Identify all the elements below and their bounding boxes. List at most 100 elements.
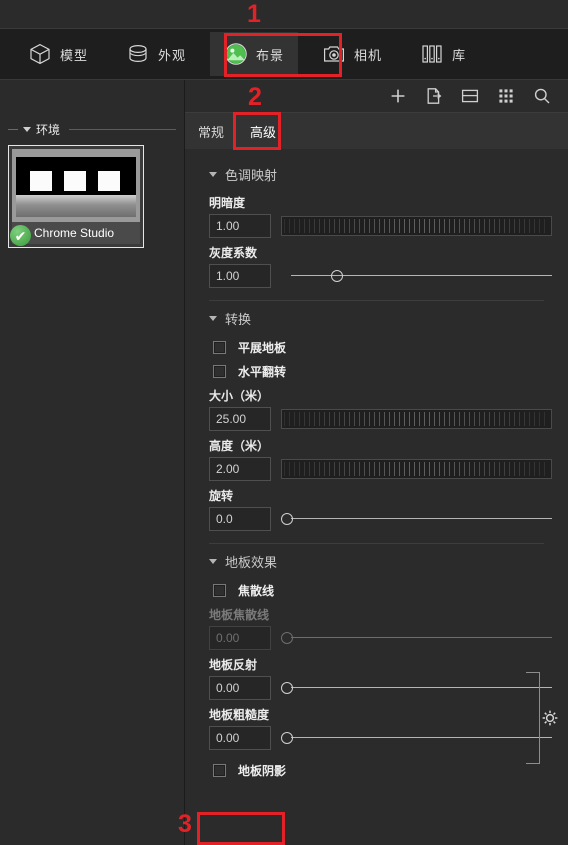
- toolbar-item-scene-label: 布景: [256, 47, 285, 63]
- export-icon[interactable]: [424, 86, 444, 106]
- slider-track: [291, 637, 552, 638]
- label-brightness: 明暗度: [209, 196, 246, 210]
- gamma-slider[interactable]: [281, 266, 552, 286]
- rotation-slider[interactable]: [281, 509, 552, 529]
- label-height: 高度（米）: [209, 439, 270, 453]
- group-rule: [69, 129, 176, 130]
- field-rotation: 0.0: [201, 507, 552, 531]
- label-floor-roughness: 地板粗糙度: [209, 708, 270, 722]
- field-floor-reflection: 0.00: [201, 676, 552, 700]
- toolbar-item-camera[interactable]: 相机: [308, 32, 396, 76]
- height-roller[interactable]: [281, 459, 552, 479]
- toolbar-item-appearance[interactable]: 外观: [112, 32, 200, 76]
- field-height: 2.00: [201, 457, 552, 481]
- floor-reflection-input[interactable]: 0.00: [209, 676, 271, 700]
- camera-icon: [322, 42, 346, 66]
- environment-item-chrome-studio[interactable]: Chrome Studio ✔: [8, 145, 144, 248]
- environment-item-name: Chrome Studio: [12, 222, 140, 244]
- checkbox-row-caustics[interactable]: 焦散线: [201, 582, 552, 599]
- main-toolbar: 模型 外观 布景 相机 库: [0, 28, 568, 80]
- search-icon[interactable]: [532, 86, 552, 106]
- floor-roughness-slider[interactable]: [281, 728, 552, 748]
- slider-knob[interactable]: [281, 682, 293, 694]
- annotation-number-1: 1: [247, 0, 261, 28]
- toolbar-item-appearance-label: 外观: [158, 47, 187, 63]
- flatten-floor-label: 平展地板: [238, 341, 287, 355]
- properties-panel: 常规 高级 色调映射 明暗度 1.00 灰度系数 1.00 转换 平展地板 水平…: [185, 80, 568, 845]
- section-floor-effects-title: 地板效果: [225, 555, 278, 570]
- chevron-down-icon[interactable]: [209, 559, 217, 564]
- height-input[interactable]: 2.00: [209, 457, 271, 481]
- add-icon[interactable]: [388, 86, 408, 106]
- caustics-checkbox[interactable]: [213, 584, 226, 597]
- section-transform-title: 转换: [225, 312, 252, 327]
- chevron-down-icon[interactable]: [209, 172, 217, 177]
- toolbar-item-library[interactable]: 库: [406, 32, 480, 76]
- properties-content: 色调映射 明暗度 1.00 灰度系数 1.00 转换 平展地板 水平翻转 大小（…: [185, 149, 568, 845]
- size-roller[interactable]: [281, 409, 552, 429]
- label-size: 大小（米）: [209, 389, 270, 403]
- label-floor-caustics: 地板焦散线: [209, 608, 270, 622]
- slider-track: [291, 518, 552, 519]
- floor-caustics-input[interactable]: 0.00: [209, 626, 271, 650]
- thumbnail-light: [98, 171, 120, 191]
- slider-knob[interactable]: [281, 732, 293, 744]
- horizontal-flip-checkbox[interactable]: [213, 365, 226, 378]
- brightness-roller[interactable]: [281, 216, 552, 236]
- linked-params-bracket: [526, 672, 540, 764]
- field-size: 25.00: [201, 407, 552, 431]
- panel-toolbar: [185, 80, 568, 113]
- toolbar-item-model-label: 模型: [60, 47, 89, 63]
- grid-icon[interactable]: [496, 86, 516, 106]
- flatten-floor-checkbox[interactable]: [213, 341, 226, 354]
- toolbar-item-model[interactable]: 模型: [14, 32, 102, 76]
- window-top-strip: [0, 0, 568, 28]
- cylinder-icon: [126, 42, 150, 66]
- panel-tabs: 常规 高级: [185, 113, 568, 149]
- slider-knob[interactable]: [281, 632, 293, 644]
- roller-ticks: [284, 219, 549, 233]
- toolbar-item-library-label: 库: [452, 47, 467, 63]
- tab-general[interactable]: 常规: [185, 113, 237, 149]
- label-gamma: 灰度系数: [209, 246, 258, 260]
- thumbnail-floor: [16, 195, 136, 217]
- layout-icon[interactable]: [460, 86, 480, 106]
- chevron-down-icon[interactable]: [209, 316, 217, 321]
- link-settings-icon[interactable]: [540, 708, 560, 728]
- section-tone-mapping-title: 色调映射: [225, 168, 278, 183]
- floor-caustics-slider[interactable]: [281, 628, 552, 648]
- tab-advanced-label: 高级: [250, 124, 277, 140]
- field-floor-roughness: 0.00: [201, 726, 552, 750]
- floor-shadow-checkbox[interactable]: [213, 764, 226, 777]
- group-dash: [8, 129, 18, 130]
- roller-ticks: [284, 462, 549, 476]
- main-body: 环境 Chrome Studio ✔ 常规 高级 色调映射 明暗度 1.00 灰…: [0, 80, 568, 845]
- scene-sphere-icon: [224, 42, 248, 66]
- slider-knob[interactable]: [331, 270, 344, 282]
- environment-thumbnail: [12, 149, 140, 222]
- toolbar-item-scene[interactable]: 布景: [210, 32, 299, 76]
- rotation-input[interactable]: 0.0: [209, 507, 271, 531]
- slider-track: [291, 737, 552, 738]
- checkbox-row-flatten-floor[interactable]: 平展地板: [201, 339, 552, 356]
- section-tone-mapping[interactable]: 色调映射: [201, 157, 552, 188]
- slider-knob[interactable]: [281, 513, 293, 525]
- size-input[interactable]: 25.00: [209, 407, 271, 431]
- tab-general-label: 常规: [198, 124, 225, 140]
- gamma-input[interactable]: 1.00: [209, 264, 271, 288]
- field-brightness: 1.00: [201, 214, 552, 238]
- label-rotation: 旋转: [209, 489, 234, 503]
- field-gamma: 1.00: [201, 264, 552, 288]
- floor-reflection-slider[interactable]: [281, 678, 552, 698]
- section-transform[interactable]: 转换: [201, 301, 552, 332]
- checkbox-row-floor-shadow[interactable]: 地板阴影: [201, 762, 552, 779]
- floor-shadow-label: 地板阴影: [238, 764, 287, 778]
- chevron-down-icon[interactable]: [23, 127, 31, 132]
- sidebar-group-environment[interactable]: 环境: [0, 113, 184, 142]
- floor-roughness-input[interactable]: 0.00: [209, 726, 271, 750]
- tab-advanced[interactable]: 高级: [237, 113, 289, 149]
- checkbox-row-horizontal-flip[interactable]: 水平翻转: [201, 363, 552, 380]
- sidebar-group-label: 环境: [36, 123, 61, 137]
- section-floor-effects[interactable]: 地板效果: [201, 544, 552, 575]
- brightness-input[interactable]: 1.00: [209, 214, 271, 238]
